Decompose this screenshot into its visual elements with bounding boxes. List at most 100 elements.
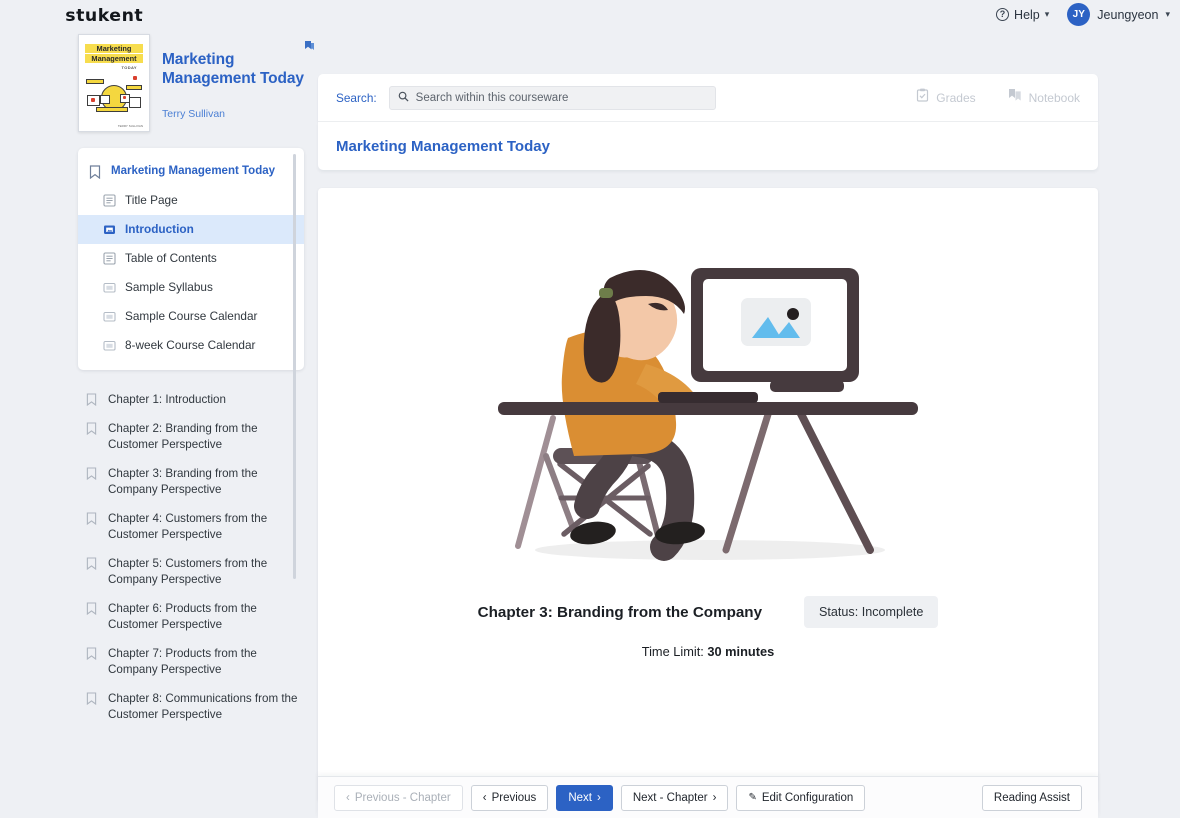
- bookmark-icon: [86, 466, 99, 481]
- presentation-icon: [103, 310, 116, 324]
- cover-title-line-2: Management: [85, 54, 143, 63]
- sidebar-item-introduction[interactable]: Introduction: [78, 215, 304, 244]
- button-label: Previous - Chapter: [354, 791, 451, 804]
- sidebar-item-sample-course-calendar[interactable]: Sample Course Calendar: [78, 302, 304, 331]
- book-info: Marketing Management Today Terry Sulliva…: [162, 34, 312, 132]
- sidebar-item-label: Table of Contents: [125, 251, 217, 265]
- status-badge: Status: Incomplete: [804, 596, 939, 628]
- button-label: Previous: [491, 791, 537, 804]
- top-bar-right: ? Help ▾ JY Jeungyeon ▾: [996, 3, 1170, 26]
- chapter-label: Chapter 4: Customers from the Customer P…: [108, 511, 268, 542]
- chapter-item-3[interactable]: Chapter 3: Branding from the Company Per…: [78, 460, 310, 505]
- help-menu[interactable]: ? Help ▾: [996, 8, 1049, 22]
- bookmark-icon: [86, 556, 99, 571]
- search-icon: [398, 89, 409, 107]
- sidebar-item-label: Title Page: [125, 193, 178, 207]
- chapter-item-1[interactable]: Chapter 1: Introduction: [78, 386, 310, 415]
- page-title-bar: Marketing Management Today: [318, 122, 1098, 170]
- bookmark-flag-icon[interactable]: [304, 40, 315, 53]
- chapter-label: Chapter 5: Customers from the Company Pe…: [108, 556, 268, 587]
- button-label: Next - Chapter: [632, 791, 708, 804]
- bookmark-icon: [86, 511, 99, 526]
- presentation-icon: [103, 339, 116, 353]
- time-limit-value: 30 minutes: [707, 644, 775, 659]
- chapter-item-4[interactable]: Chapter 4: Customers from the Customer P…: [78, 505, 310, 550]
- stukent-logo[interactable]: stukent: [65, 6, 143, 26]
- user-name-label: Jeungyeon: [1097, 7, 1159, 22]
- avatar: JY: [1067, 3, 1091, 26]
- chevron-down-icon: ▾: [1165, 9, 1170, 19]
- chapter-item-6[interactable]: Chapter 6: Products from the Customer Pe…: [78, 595, 310, 640]
- sidebar-item-8-week-course-calendar[interactable]: 8-week Course Calendar: [78, 331, 304, 360]
- document-icon: [103, 252, 116, 266]
- content-area: Chapter 3: Branding from the Company Sta…: [318, 188, 1098, 800]
- button-label: Next: [568, 791, 592, 804]
- cover-title-line-1: Marketing: [85, 44, 143, 53]
- notebook-label: Notebook: [1028, 90, 1080, 105]
- search-input[interactable]: Search within this courseware: [388, 85, 716, 110]
- reading-assist-button[interactable]: Reading Assist: [981, 784, 1082, 811]
- search-label: Search:: [336, 90, 377, 105]
- top-bar: stukent ? Help ▾ JY Jeungyeon ▾: [0, 0, 1180, 30]
- sidebar-item-label: Sample Course Calendar: [125, 309, 258, 323]
- search-bar-tools: Grades Notebook: [916, 88, 1080, 107]
- help-label: Help: [1014, 7, 1040, 22]
- notebook-bookmark-icon: [1008, 88, 1022, 107]
- book-title: Marketing Management Today: [162, 51, 304, 87]
- main-panel: Search: Search within this courseware Gr…: [318, 74, 1098, 818]
- quiz-header: Chapter 3: Branding from the Company Sta…: [318, 596, 1098, 628]
- bookmark-icon: [86, 646, 99, 661]
- presentation-icon: [103, 223, 116, 237]
- cover-author-line: TERRY SULLIVAN: [117, 124, 143, 128]
- grades-label: Grades: [936, 90, 976, 105]
- notebook-button[interactable]: Notebook: [1008, 88, 1080, 107]
- toc-header-row[interactable]: Marketing Management Today: [78, 157, 304, 186]
- chapter-list: Chapter 1: Introduction Chapter 2: Brand…: [78, 386, 310, 730]
- bookmark-icon: [86, 691, 99, 706]
- cover-artwork: [84, 71, 144, 121]
- chapter-label: Chapter 7: Products from the Company Per…: [108, 646, 257, 677]
- chapter-item-7[interactable]: Chapter 7: Products from the Company Per…: [78, 640, 310, 685]
- page-title: Marketing Management Today: [336, 137, 550, 155]
- chapter-item-2[interactable]: Chapter 2: Branding from the Customer Pe…: [78, 415, 310, 460]
- presentation-icon: [103, 281, 116, 295]
- quiz-title: Chapter 3: Branding from the Company: [477, 603, 763, 621]
- sidebar-scrollbar[interactable]: [293, 154, 296, 579]
- book-cover-image: Marketing Management TODAY TERRY SULLIVA…: [78, 34, 150, 132]
- next-button[interactable]: Next ›: [556, 784, 613, 811]
- previous-button[interactable]: ‹ Previous: [470, 784, 549, 811]
- book-header: Marketing Management TODAY TERRY SULLIVA…: [78, 30, 315, 132]
- chapter-label: Chapter 6: Products from the Customer Pe…: [108, 601, 257, 632]
- bookmark-icon: [86, 601, 99, 616]
- sidebar-item-table-of-contents[interactable]: Table of Contents: [78, 244, 304, 273]
- search-bar: Search: Search within this courseware Gr…: [318, 74, 1098, 122]
- toc-header-label: Marketing Management Today: [111, 165, 276, 177]
- cover-title-line-3: TODAY: [121, 65, 137, 70]
- user-menu[interactable]: JY Jeungyeon ▾: [1067, 3, 1170, 26]
- sidebar-item-title-page[interactable]: Title Page: [78, 186, 304, 215]
- sidebar: Marketing Management TODAY TERRY SULLIVA…: [78, 30, 315, 730]
- chapter-label: Chapter 8: Communications from the Custo…: [108, 691, 298, 722]
- navigation-toolbar: ‹ Previous - Chapter ‹ Previous Next › N…: [318, 776, 1098, 818]
- person-at-desk-illustration: [498, 268, 918, 573]
- bookmark-icon: [86, 421, 99, 436]
- bookmark-icon: [89, 165, 102, 180]
- time-limit-label: Time Limit:: [641, 644, 704, 659]
- chapter-label: Chapter 1: Introduction: [108, 393, 226, 406]
- grades-button[interactable]: Grades: [916, 88, 976, 107]
- chapter-item-5[interactable]: Chapter 5: Customers from the Company Pe…: [78, 550, 310, 595]
- edit-configuration-button[interactable]: ✎ Edit Configuration: [736, 784, 866, 811]
- chapter-label: Chapter 2: Branding from the Customer Pe…: [108, 421, 258, 452]
- chapter-item-8[interactable]: Chapter 8: Communications from the Custo…: [78, 685, 310, 730]
- sidebar-item-sample-syllabus[interactable]: Sample Syllabus: [78, 273, 304, 302]
- chevron-left-icon: ‹: [482, 791, 487, 804]
- next-chapter-button[interactable]: Next - Chapter ›: [620, 784, 729, 811]
- previous-chapter-button[interactable]: ‹ Previous - Chapter: [334, 784, 463, 811]
- document-icon: [103, 194, 116, 208]
- pencil-icon: ✎: [748, 792, 757, 803]
- chevron-right-icon: ›: [712, 791, 717, 804]
- chapter-label: Chapter 3: Branding from the Company Per…: [108, 466, 258, 497]
- clipboard-check-icon: [916, 88, 929, 107]
- quiz-time-limit: Time Limit: 30 minutes: [318, 644, 1098, 659]
- button-label: Edit Configuration: [761, 791, 854, 804]
